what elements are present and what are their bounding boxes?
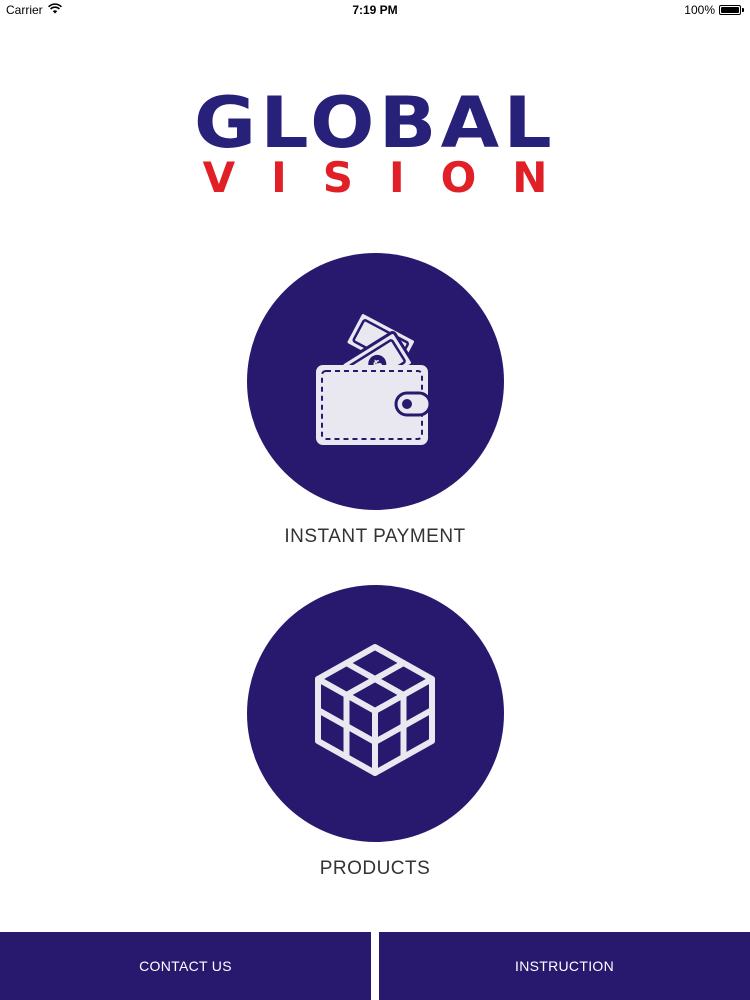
status-right: 100% <box>684 3 744 17</box>
battery-percentage: 100% <box>684 3 715 17</box>
bottom-bar: CONTACT US INSTRUCTION <box>0 932 750 1000</box>
battery-icon <box>719 5 741 15</box>
instruction-button[interactable]: INSTRUCTION <box>379 932 750 1000</box>
status-time: 7:19 PM <box>352 3 398 17</box>
battery-fill <box>721 7 739 13</box>
contact-us-button[interactable]: CONTACT US <box>0 932 371 1000</box>
logo-line-vision: VISION <box>202 153 584 202</box>
global-vision-logo: GLOBAL VISION <box>0 82 750 202</box>
instant-payment-button[interactable]: $ INSTANT PAYMENT <box>0 253 750 548</box>
products-button[interactable]: PRODUCTS <box>0 585 750 880</box>
wallet-icon: $ <box>310 309 440 454</box>
status-bar: Carrier 7:19 PM 100% <box>0 0 750 20</box>
instant-payment-label: INSTANT PAYMENT <box>284 526 466 547</box>
instant-payment-circle[interactable]: $ <box>246 253 504 510</box>
products-label: PRODUCTS <box>319 858 431 879</box>
logo-line-global: GLOBAL <box>193 82 557 164</box>
battery-nub <box>742 8 744 12</box>
cube-icon <box>310 641 440 786</box>
products-circle[interactable] <box>246 585 504 842</box>
